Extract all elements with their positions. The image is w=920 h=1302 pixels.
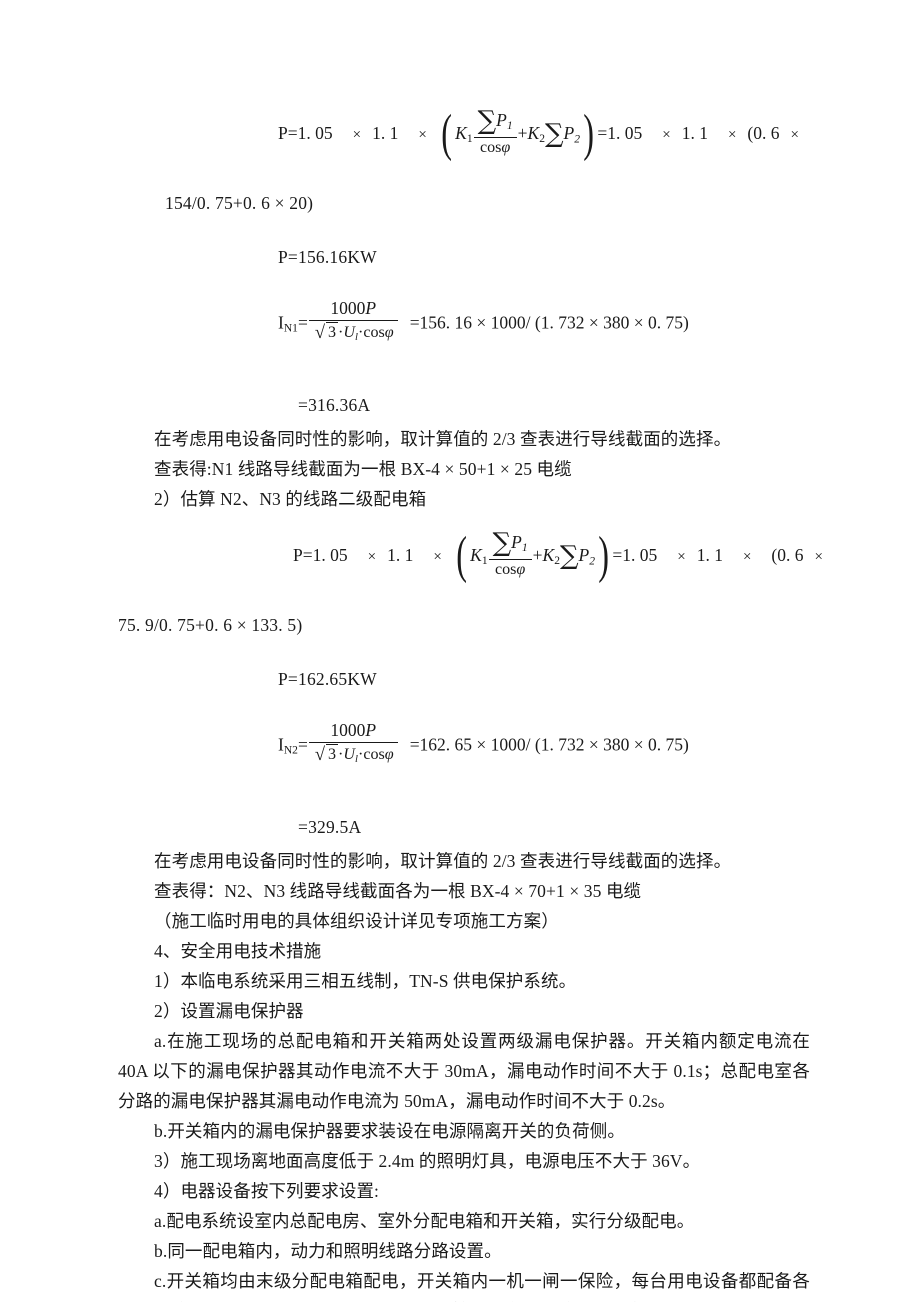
formula1-mult5: × xyxy=(790,127,799,144)
formula1-phi: φ xyxy=(501,139,511,157)
formula2-factor1: 1. 1 xyxy=(387,545,414,566)
result-current-n1: =316.36A xyxy=(298,395,371,415)
formula1-mult2: × xyxy=(418,127,427,144)
formula2-p2: P xyxy=(578,545,590,566)
current1-num-var: P xyxy=(365,298,377,319)
formula1-k1-sub: 1 xyxy=(466,132,473,145)
current2-phi: φ xyxy=(384,745,394,763)
sqrt-icon: √ xyxy=(314,323,325,344)
current2-rhs: =162. 65 × 1000/ (1. 732 × 380 × 0. 75) xyxy=(409,734,689,755)
formula1-p1-sub: 1 xyxy=(506,120,513,133)
formula1-sigma1: ∑ xyxy=(477,106,497,137)
formula2-mult3: × xyxy=(677,549,686,566)
current2-u: U xyxy=(343,745,356,763)
formula2-sigma2: ∑ xyxy=(559,541,579,572)
section4-item-4: 4）电器设备按下列要求设置: xyxy=(154,1181,380,1201)
formula2-k1: K xyxy=(470,545,482,566)
current2-cos: cos xyxy=(363,745,385,763)
section4-item-2b: b.开关箱内的漏电保护器要求装设在电源隔离开关的负荷侧。 xyxy=(154,1121,625,1141)
current1-label-sub: N1 xyxy=(283,322,298,335)
text-special-construction-plan-note: （施工临时用电的具体组织设计详见专项施工方案） xyxy=(154,911,559,931)
text-cable-lookup-n2-n3: 查表得：N2、N3 线路导线截面各为一根 BX-4 × 70+1 × 35 电缆 xyxy=(154,881,642,901)
current1-fraction: 1000P √ 3 ·Ul·cosφ xyxy=(308,298,398,344)
current1-eq: = xyxy=(297,312,308,333)
formula2-fraction: ∑P1 cosφ xyxy=(488,528,532,579)
formula2-openparen-val: (0. 6 xyxy=(771,545,804,566)
current1-u: U xyxy=(343,323,356,341)
formula1-k1: K xyxy=(455,123,467,144)
result-power-n1: P=156.16KW xyxy=(278,247,377,267)
formula1-lhs: P=1. 05 xyxy=(278,123,333,144)
formula1-p2-sub: 2 xyxy=(574,133,581,146)
formula1-p1: P xyxy=(496,110,507,131)
formula1-k2: K xyxy=(527,123,540,144)
document-content: P=1. 05 × 1. 1 ×(K1 ∑P1 cosφ +K2∑P2) =1. 05 × 1. … xyxy=(118,96,823,1302)
text-cable-lookup-n1: 查表得:N1 线路导线截面为一根 BX-4 × 50+1 × 25 电缆 xyxy=(154,459,572,479)
current1-rhs: =156. 16 × 1000/ (1. 732 × 380 × 0. 75) xyxy=(409,312,689,333)
current2-eq: = xyxy=(297,734,308,755)
formula2-phi: φ xyxy=(516,561,526,579)
formula1-sigma2: ∑ xyxy=(544,119,564,150)
current2-sqrt: √ 3 xyxy=(313,743,339,766)
formula2-factor2: 1. 1 xyxy=(696,545,723,566)
formula-current-n1: IN1= 1000P √ 3 ·Ul·cosφ =156. 16 × 1000/ (1. … xyxy=(118,294,810,364)
formula2-k2: K xyxy=(542,545,555,566)
formula1-mult1: × xyxy=(352,127,362,144)
formula2-mult4: × xyxy=(742,549,752,566)
section4-item-4c: c.开关箱均由末级分配电箱配电，开关箱内一机一闸一保险，每台用电设备都配备各自专… xyxy=(118,1271,810,1302)
text-consider-simultaneity-2: 在考虑用电设备同时性的影响，取计算值的 2/3 查表进行导线截面的选择。 xyxy=(154,851,732,871)
formula-power-n2: P=1. 05 × 1. 1 ×(K1 ∑P1 cosφ +K2∑P2) =1. 05 × 1. … xyxy=(293,527,823,585)
result-current-n2: =329.5A xyxy=(298,817,362,837)
formula2-mult2: × xyxy=(433,549,442,566)
formula1-equals: =1. 05 xyxy=(597,123,643,144)
current2-sqrt-val: 3 xyxy=(325,743,339,763)
text-consider-simultaneity-1: 在考虑用电设备同时性的影响，取计算值的 2/3 查表进行导线截面的选择。 xyxy=(154,429,732,449)
section4-item-4a: a.配电系统设室内总配电房、室外分配电箱和开关箱，实行分级配电。 xyxy=(154,1211,695,1231)
formula2-cos: cos xyxy=(494,561,517,579)
sqrt-icon: √ xyxy=(314,745,325,766)
heading-section-2: 2）估算 N2、N3 的线路二级配电箱 xyxy=(154,489,427,509)
current1-phi: φ xyxy=(384,323,394,341)
formula1-fraction: ∑P1 cosφ xyxy=(473,106,517,157)
formula1-mult4: × xyxy=(727,127,737,144)
current2-num-value: 1000 xyxy=(330,720,366,741)
formula1-p2: P xyxy=(563,123,575,144)
section4-item-4b: b.同一配电箱内，动力和照明线路分路设置。 xyxy=(154,1241,502,1261)
current1-sqrt-val: 3 xyxy=(325,321,339,341)
formula2-plus: + xyxy=(532,545,543,566)
current1-cos: cos xyxy=(363,323,385,341)
current2-num-var: P xyxy=(365,720,377,741)
formula1-mult3: × xyxy=(662,127,671,144)
result-power-n2: P=162.65KW xyxy=(278,669,377,689)
formula2-p2-sub: 2 xyxy=(589,555,596,568)
formula2-continuation: 75. 9/0. 75+0. 6 × 133. 5) xyxy=(118,615,303,635)
formula2-lhs: P=1. 05 xyxy=(293,545,348,566)
formula2-equals: =1. 05 xyxy=(612,545,658,566)
document-page: P=1. 05 × 1. 1 ×(K1 ∑P1 cosφ +K2∑P2) =1. 05 × 1. … xyxy=(0,0,920,1302)
section4-item-2a: a.在施工现场的总配电箱和开关箱两处设置两级漏电保护器。开关箱内额定电流在 40… xyxy=(118,1031,810,1111)
formula1-continuation: 154/0. 75+0. 6 × 20) xyxy=(165,193,314,213)
current1-sqrt: √ 3 xyxy=(313,321,339,344)
current2-label-sub: N2 xyxy=(283,744,298,757)
formula1-openparen-val: (0. 6 xyxy=(747,123,780,144)
formula2-k1-sub: 1 xyxy=(481,554,488,567)
formula2-mult5: × xyxy=(814,549,823,566)
current1-num-value: 1000 xyxy=(330,298,366,319)
formula1-plus: + xyxy=(517,123,528,144)
formula2-sigma1: ∑ xyxy=(492,528,512,559)
section4-item-2: 2）设置漏电保护器 xyxy=(154,1001,304,1021)
formula2-mult1: × xyxy=(367,549,377,566)
current2-fraction: 1000P √ 3 ·Ul·cosφ xyxy=(308,720,398,766)
formula-power-n1: P=1. 05 × 1. 1 ×(K1 ∑P1 cosφ +K2∑P2) =1. 05 × 1. … xyxy=(278,105,799,163)
formula-current-n2: IN2= 1000P √ 3 ·Ul·cosφ =162. 65 × 1000/ (1. … xyxy=(118,716,810,786)
section4-item-1: 1）本临电系统采用三相五线制，TN-S 供电保护系统。 xyxy=(154,971,577,991)
formula1-cos: cos xyxy=(479,139,502,157)
formula1-factor2: 1. 1 xyxy=(681,123,708,144)
section4-item-3: 3）施工现场离地面高度低于 2.4m 的照明灯具，电源电压不大于 36V。 xyxy=(154,1151,701,1171)
formula2-p1: P xyxy=(511,532,522,553)
formula1-factor1: 1. 1 xyxy=(372,123,399,144)
heading-section-4: 4、安全用电技术措施 xyxy=(154,941,322,961)
formula2-p1-sub: 1 xyxy=(521,542,528,555)
